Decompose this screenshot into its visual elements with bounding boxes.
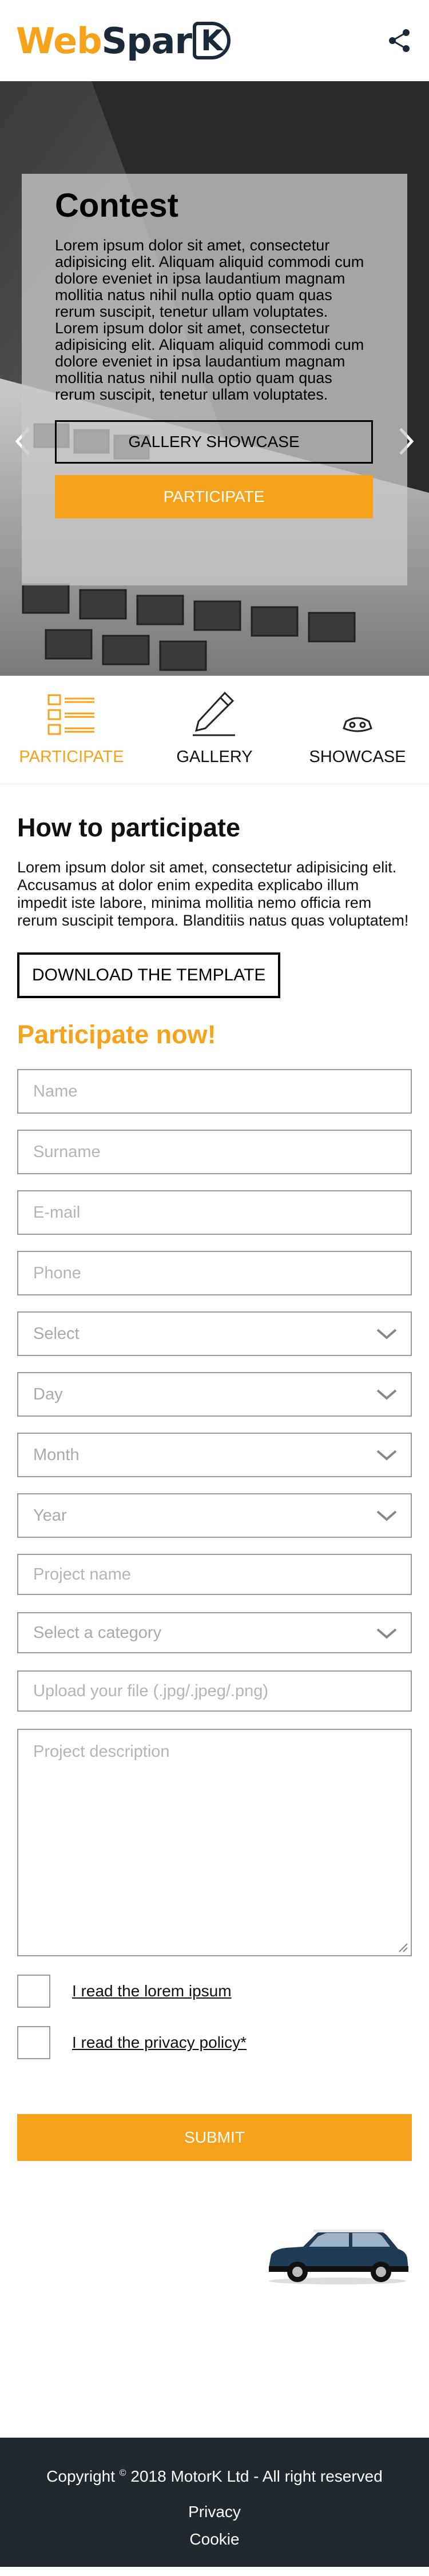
day-select[interactable]: Day	[17, 1372, 412, 1417]
month-select-value: Month	[33, 1445, 80, 1464]
tab-gallery-label: GALLERY	[176, 748, 253, 766]
year-select[interactable]: Year	[17, 1493, 412, 1538]
chevron-down-icon	[376, 1510, 397, 1521]
lorem-ipsum-checkbox-row[interactable]: I read the lorem ipsum	[17, 1975, 412, 2008]
privacy-policy-checkbox[interactable]	[17, 2026, 50, 2059]
main-content: How to participate Lorem ipsum dolor sit…	[0, 813, 429, 2161]
car-image-area	[0, 2161, 429, 2438]
gallery-showcase-button[interactable]: GALLERY SHOWCASE	[55, 420, 373, 464]
email-field-wrapper	[17, 1190, 412, 1235]
contest-paragraph-1: Lorem ipsum dolor sit amet, consectetur …	[55, 237, 364, 320]
copyright-text: Copyright © 2018 MotorK Ltd - All right …	[0, 2467, 429, 2486]
project-name-input[interactable]	[18, 1555, 411, 1594]
mask-icon	[343, 717, 372, 732]
footer: Copyright © 2018 MotorK Ltd - All right …	[0, 2438, 429, 2567]
generic-select-value: Select	[33, 1324, 80, 1343]
upload-field-wrapper	[17, 1670, 412, 1712]
contest-title: Contest	[55, 187, 178, 224]
copyright-symbol: ©	[119, 2468, 126, 2478]
copyright-prefix: Copyright	[46, 2467, 116, 2485]
chevron-down-icon	[376, 1450, 397, 1461]
participate-hero-button[interactable]: PARTICIPATE	[55, 475, 373, 519]
category-select[interactable]: Select a category	[17, 1612, 412, 1653]
list-icon	[47, 694, 94, 735]
how-to-participate-title: How to participate	[17, 813, 241, 842]
logo-spark-text: Spar	[101, 19, 192, 62]
how-to-participate-text: Lorem ipsum dolor sit amet, consectetur …	[17, 859, 409, 929]
pencil-icon	[193, 691, 235, 736]
lorem-ipsum-checkbox[interactable]	[17, 1975, 50, 2008]
chevron-down-icon	[376, 1628, 397, 1639]
name-input[interactable]	[18, 1070, 411, 1112]
phone-input[interactable]	[18, 1252, 411, 1294]
logo-k-badge: K	[193, 22, 231, 59]
generic-select[interactable]: Select	[17, 1311, 412, 1356]
chevron-down-icon	[376, 1389, 397, 1400]
resize-grip-icon[interactable]	[398, 1943, 408, 1953]
tab-showcase[interactable]: SHOWCASE	[286, 676, 429, 784]
share-icon[interactable]	[386, 27, 413, 54]
tab-participate[interactable]: PARTICIPATE	[0, 676, 143, 784]
header: Web Spar K	[0, 0, 429, 81]
participation-form: Select Day Month Year Select a category	[17, 1069, 412, 2161]
hero-slider: Contest Lorem ipsum dolor sit amet, cons…	[0, 81, 429, 676]
logo-web-text: Web	[16, 19, 102, 62]
privacy-policy-checkbox-label[interactable]: I read the privacy policy*	[72, 2033, 247, 2052]
submit-button[interactable]: SUBMIT	[17, 2114, 412, 2161]
section-tabs: PARTICIPATE GALLERY SHOWCASE	[0, 676, 429, 784]
email-input[interactable]	[18, 1191, 411, 1234]
logo[interactable]: Web Spar K	[16, 20, 231, 62]
year-select-value: Year	[33, 1506, 67, 1525]
privacy-policy-checkbox-row[interactable]: I read the privacy policy*	[17, 2026, 412, 2059]
car-image	[269, 2230, 408, 2284]
tab-gallery[interactable]: GALLERY	[143, 676, 286, 784]
tab-participate-label: PARTICIPATE	[19, 748, 124, 766]
chevron-down-icon	[376, 1329, 397, 1339]
lorem-ipsum-checkbox-label[interactable]: I read the lorem ipsum	[72, 1982, 232, 2000]
contest-paragraph-2: Lorem ipsum dolor sit amet, consectetur …	[55, 320, 364, 403]
surname-field-wrapper	[17, 1130, 412, 1174]
project-description-textarea[interactable]	[18, 1730, 411, 1955]
category-select-value: Select a category	[33, 1623, 162, 1642]
project-name-field-wrapper	[17, 1554, 412, 1595]
name-field-wrapper	[17, 1069, 412, 1114]
day-select-value: Day	[33, 1385, 63, 1403]
file-upload-input[interactable]	[18, 1672, 411, 1710]
surname-input[interactable]	[18, 1131, 411, 1173]
phone-field-wrapper	[17, 1251, 412, 1295]
description-field-wrapper	[17, 1729, 412, 1956]
tab-showcase-label: SHOWCASE	[309, 748, 406, 766]
cookie-link[interactable]: Cookie	[0, 2530, 429, 2549]
month-select[interactable]: Month	[17, 1433, 412, 1477]
privacy-link[interactable]: Privacy	[0, 2503, 429, 2521]
download-template-button[interactable]: DOWNLOAD THE TEMPLATE	[17, 952, 281, 998]
copyright-body: 2018 MotorK Ltd - All right reserved	[130, 2467, 383, 2485]
contest-card: Contest Lorem ipsum dolor sit amet, cons…	[22, 174, 407, 585]
participate-now-title: Participate now!	[17, 1020, 216, 1049]
